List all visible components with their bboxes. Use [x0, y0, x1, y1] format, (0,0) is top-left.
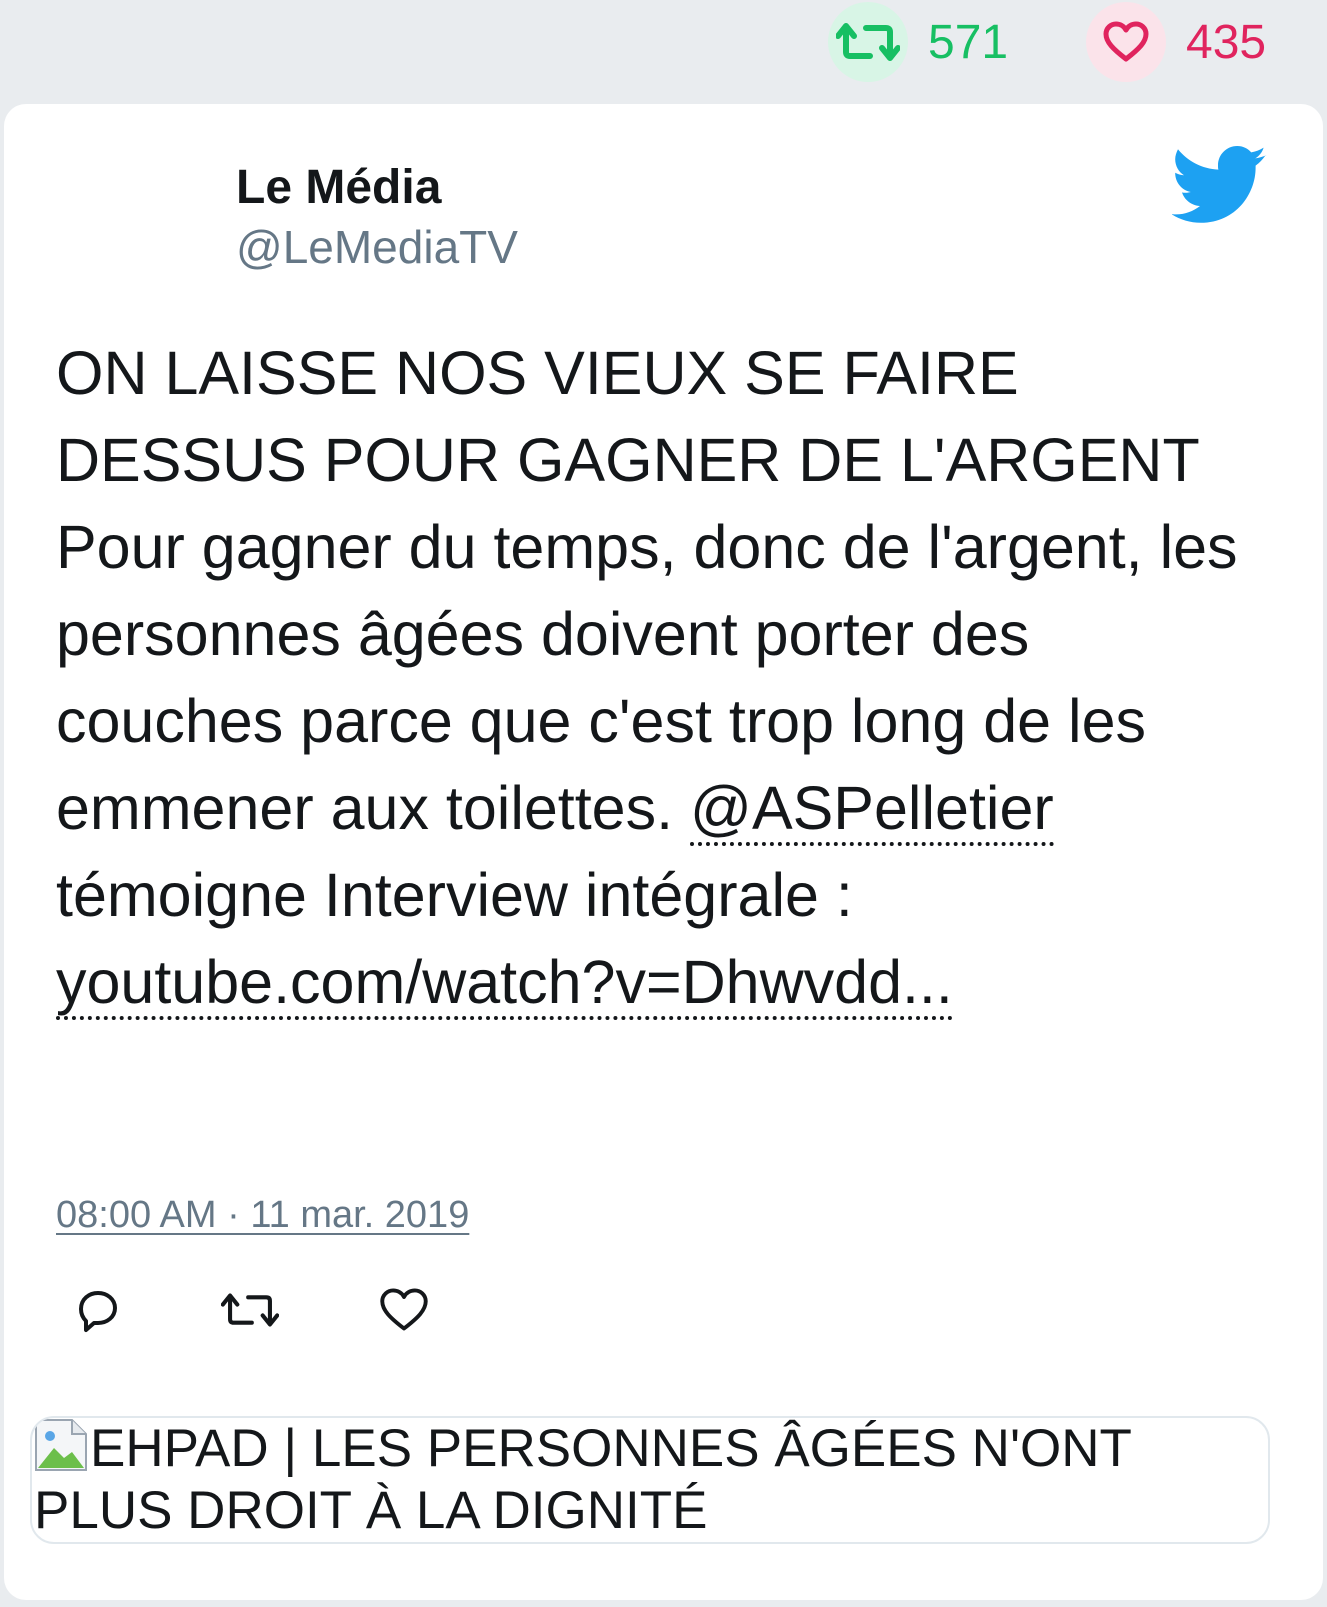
- broken-image-icon: [34, 1418, 88, 1472]
- mention-link[interactable]: @ASPelletier: [690, 774, 1054, 846]
- retweet-icon[interactable]: [220, 1280, 280, 1340]
- tweet-text: ON LAISSE NOS VIEUX SE FAIRE DESSUS POUR…: [56, 330, 1271, 1026]
- engagement-stats: 571 435: [0, 0, 1327, 100]
- twitter-bird-icon[interactable]: [1171, 146, 1268, 229]
- reply-icon[interactable]: [68, 1280, 128, 1340]
- like-count: 435: [1186, 15, 1267, 69]
- retweet-icon: [828, 2, 908, 82]
- author-handle[interactable]: @LeMediaTV: [236, 220, 518, 274]
- tweet-timestamp[interactable]: 08:00 AM · 11 mar. 2019: [56, 1194, 469, 1237]
- link-preview-title: EHPAD | LES PERSONNES ÂGÉES N'ONT PLUS D…: [34, 1419, 1131, 1540]
- tweet-card: Le Média @LeMediaTV ON LAISSE NOS VIEUX …: [4, 104, 1323, 1600]
- tweet-text-part1: ON LAISSE NOS VIEUX SE FAIRE DESSUS POUR…: [56, 339, 1238, 842]
- author-name[interactable]: Le Média: [236, 160, 441, 215]
- heart-icon: [1086, 2, 1166, 82]
- link-preview-card[interactable]: EHPAD | LES PERSONNES ÂGÉES N'ONT PLUS D…: [30, 1416, 1270, 1544]
- like-stat[interactable]: 435: [1086, 2, 1266, 82]
- heart-icon[interactable]: [374, 1280, 434, 1340]
- retweet-stat[interactable]: 571: [828, 2, 1008, 82]
- youtube-link[interactable]: youtube.com/watch?v=Dhwvdd...: [56, 948, 953, 1020]
- tweet-text-part2: témoigne Interview intégrale :: [56, 861, 853, 929]
- retweet-count: 571: [928, 15, 1009, 69]
